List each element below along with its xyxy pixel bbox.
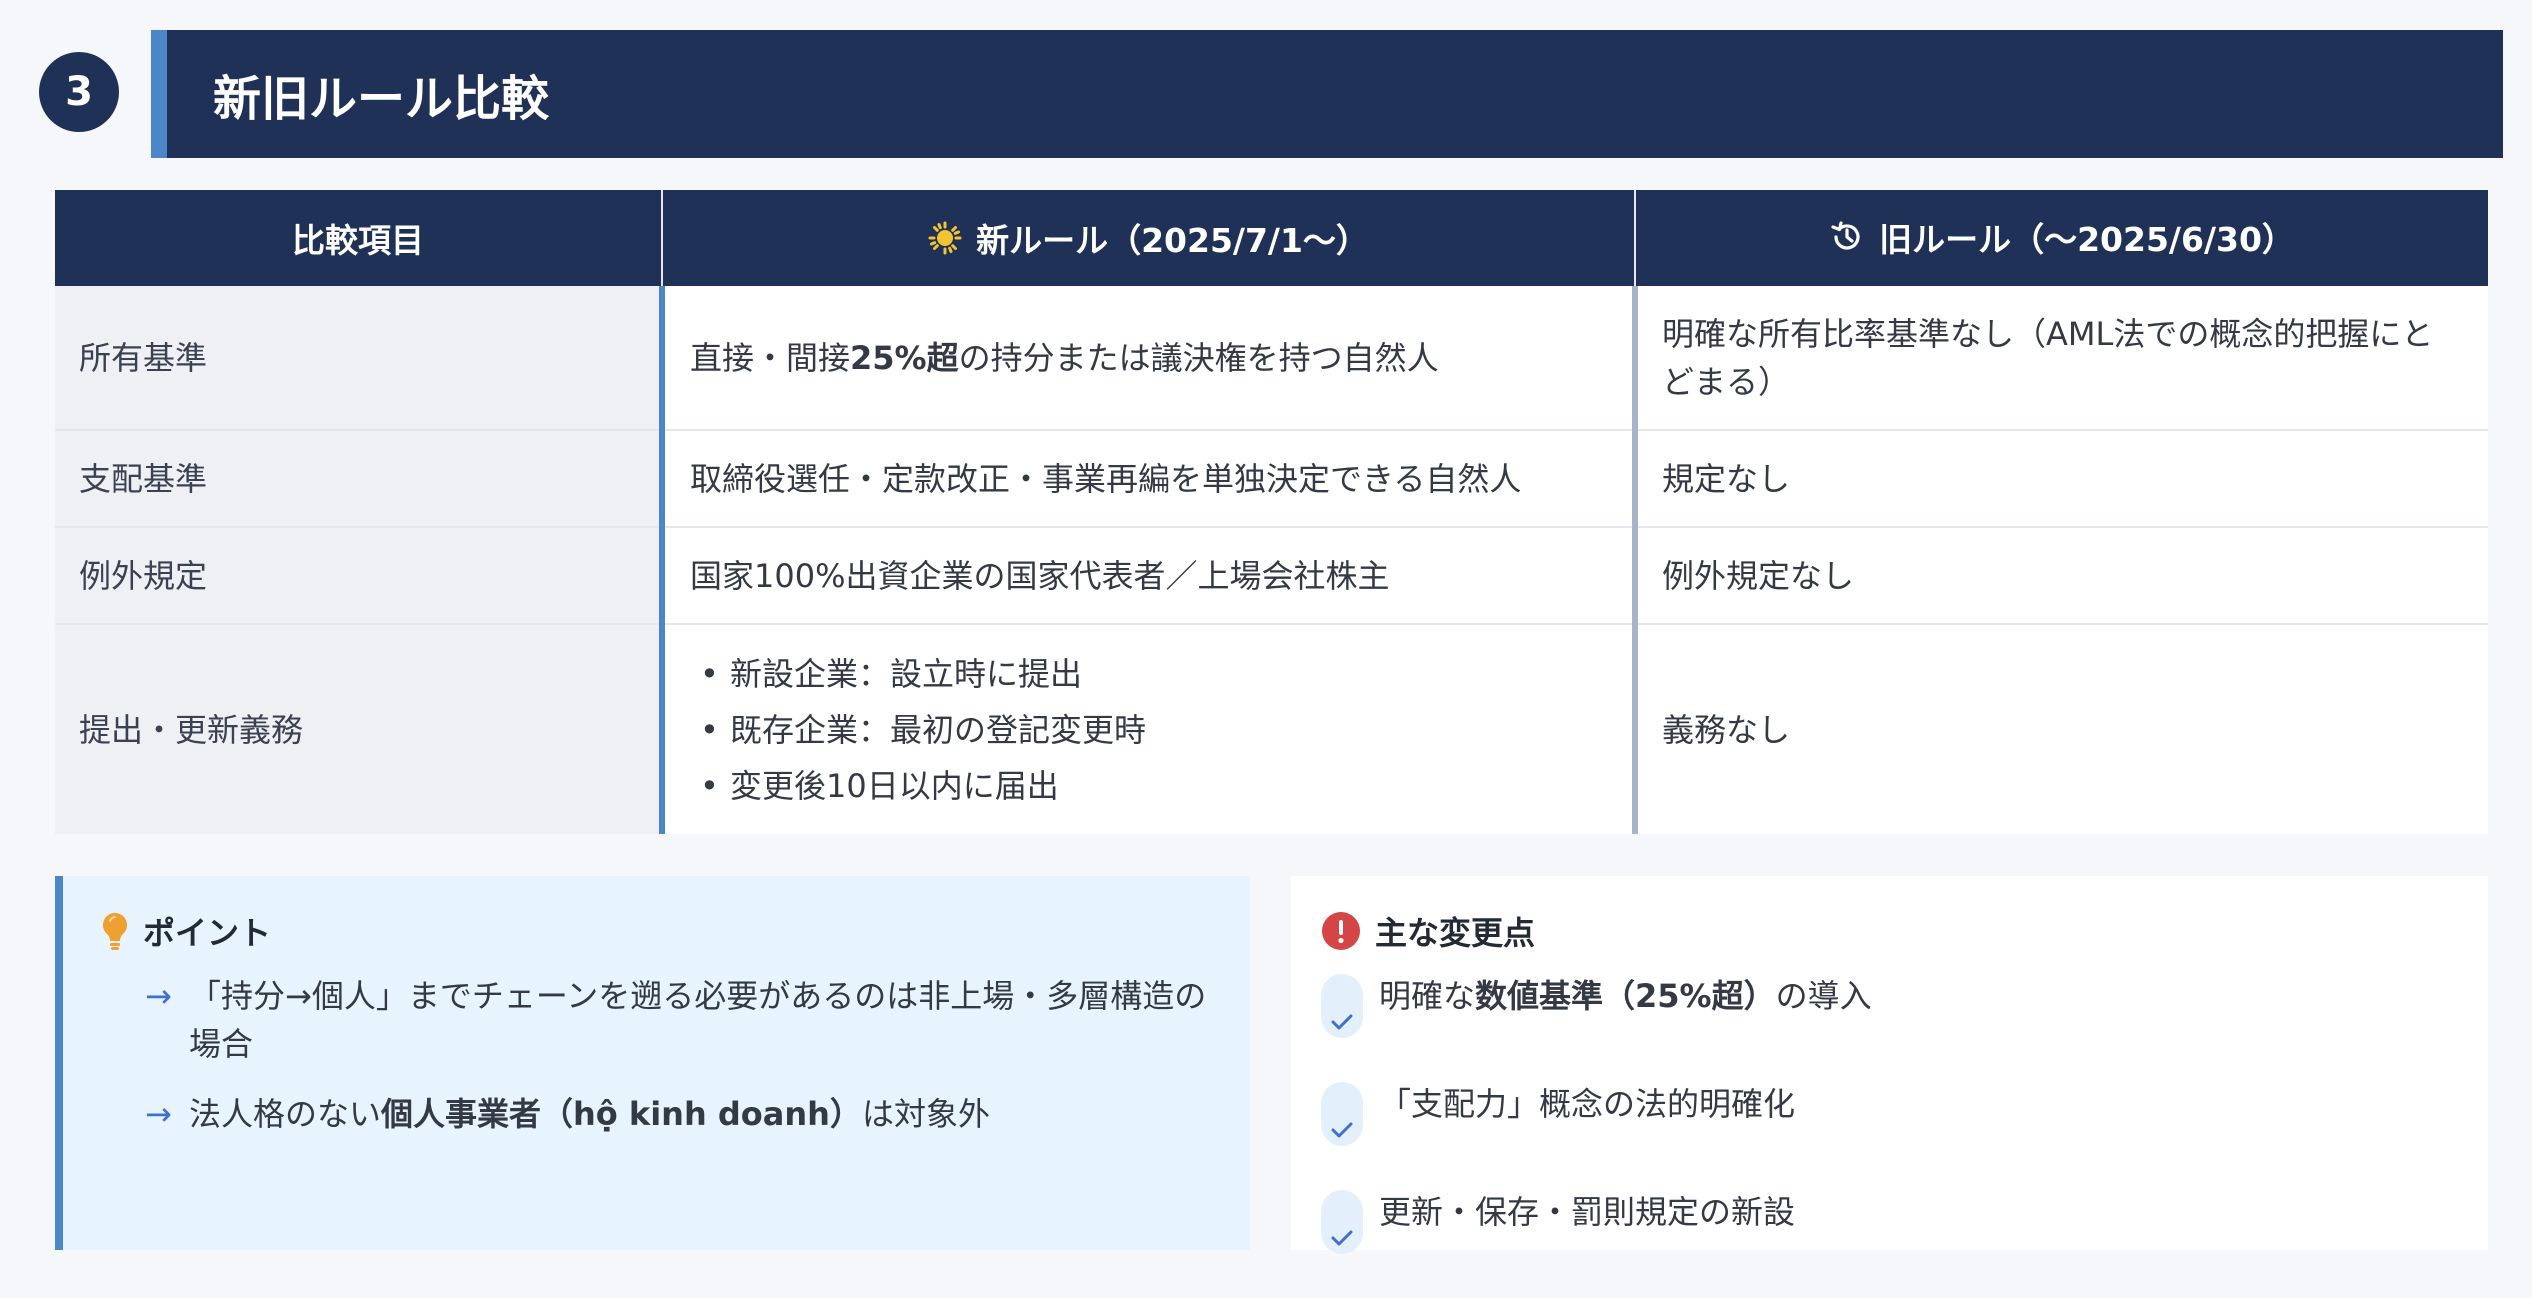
point-callout: ポイント → 「持分→個人」までチェーンを遡る必要があるのは非上場・多層構造の場… — [55, 876, 1250, 1250]
alert-icon — [1322, 912, 1360, 950]
header-new-label: 新ルール（2025/7/1〜） — [976, 220, 1369, 260]
point-text: 法人格のない — [189, 1095, 382, 1133]
point-emphasis: 個人事業者（hộ kinh doanh） — [381, 1095, 862, 1133]
list-item: → 法人格のない個人事業者（hộ kinh doanh）は対象外 — [145, 1090, 1225, 1138]
table-row: 所有基準 直接・間接25%超の持分または議決権を持つ自然人 明確な所有比率基準な… — [55, 286, 2488, 431]
list-item: 更新・保存・罰則規定の新設 — [1321, 1190, 1872, 1254]
key-changes-title-text: 主な変更点 — [1375, 914, 1536, 952]
arrow-right-icon: → — [145, 1095, 172, 1133]
header-item-label: 比較項目 — [292, 221, 424, 260]
key-changes-title: 主な変更点 — [1321, 908, 1535, 954]
header-new-rule: 新ルール（2025/7/1〜） — [662, 190, 1636, 286]
lightbulb-icon — [102, 912, 128, 950]
table-row: 支配基準 取締役選任・定款改正・事業再編を単独決定できる自然人 規定なし — [55, 430, 2488, 528]
point-title-text: ポイント — [143, 914, 272, 952]
header-old-rule: 旧ルール（〜2025/6/30） — [1635, 190, 2488, 286]
row-item-label: 提出・更新義務 — [55, 624, 662, 834]
row-new-value: 直接・間接25%超の持分または議決権を持つ自然人 — [659, 286, 1635, 431]
row-new-value: 国家100%出資企業の国家代表者／上場会社株主 — [659, 527, 1635, 625]
row-item-label: 支配基準 — [55, 430, 662, 528]
list-item: 既存企業：最初の登記変更時 — [700, 702, 1608, 758]
obligation-list: 新設企業：設立時に提出 既存企業：最初の登記変更時 変更後10日以内に届出 — [690, 646, 1608, 814]
key-changes-list: 明確な数値基準（25%超）の導入 「支配力」概念の法的明確化 更新・保存・罰則規… — [1321, 974, 1872, 1298]
change-text: 「支配力」概念の法的明確化 — [1379, 1085, 1796, 1123]
change-text-part: 明確な — [1379, 977, 1476, 1015]
row-new-emphasis: 25%超 — [850, 338, 959, 377]
section-header: 3 新旧ルール比較 — [0, 0, 2532, 170]
change-emphasis: 数値基準（25%超） — [1475, 977, 1776, 1015]
section-title: 新旧ルール比較 — [213, 71, 550, 127]
table-row: 例外規定 国家100%出資企業の国家代表者／上場会社株主 例外規定なし — [55, 527, 2488, 625]
row-old-value: 規定なし — [1632, 430, 2488, 528]
row-old-value: 義務なし — [1632, 624, 2488, 834]
check-icon — [1321, 974, 1363, 1038]
list-item: 明確な数値基準（25%超）の導入 — [1321, 974, 1872, 1038]
row-new-text: の持分または議決権を持つ自然人 — [958, 338, 1439, 377]
history-icon — [1831, 221, 1860, 250]
table-row: 提出・更新義務 新設企業：設立時に提出 既存企業：最初の登記変更時 変更後10日… — [55, 624, 2488, 834]
point-list: → 「持分→個人」までチェーンを遡る必要があるのは非上場・多層構造の場合 → 法… — [145, 972, 1225, 1160]
row-old-value: 例外規定なし — [1632, 527, 2488, 625]
list-item: 新設企業：設立時に提出 — [700, 646, 1608, 702]
change-text: 明確な数値基準（25%超）の導入 — [1379, 974, 1872, 1018]
row-new-value: 新設企業：設立時に提出 既存企業：最初の登記変更時 変更後10日以内に届出 — [659, 624, 1635, 834]
row-new-value: 取締役選任・定款改正・事業再編を単独決定できる自然人 — [659, 430, 1635, 528]
point-title: ポイント — [101, 908, 271, 954]
check-icon — [1321, 1190, 1363, 1254]
list-item: 変更後10日以内に届出 — [700, 758, 1608, 814]
header-item: 比較項目 — [55, 190, 663, 286]
section-number-badge: 3 — [39, 52, 119, 132]
change-text: 更新・保存・罰則規定の新設 — [1379, 1193, 1796, 1231]
comparison-table: 比較項目 新ルール（2025/7/1〜） 旧ルール（〜2025/6/30） 所有… — [55, 190, 2488, 834]
check-icon — [1321, 1082, 1363, 1146]
arrow-right-icon: → — [145, 977, 172, 1015]
row-item-label: 例外規定 — [55, 527, 662, 625]
point-text: 「持分→個人」までチェーンを遡る必要があるのは非上場・多層構造の場合 — [189, 977, 1207, 1063]
change-text-part: の導入 — [1775, 977, 1872, 1015]
key-changes-card: 主な変更点 明確な数値基準（25%超）の導入 「支配力」概念の法的明確化 更新・… — [1291, 876, 2488, 1254]
header-old-label: 旧ルール（〜2025/6/30） — [1879, 220, 2295, 259]
row-old-value: 明確な所有比率基準なし（AML法での概念的把握にとどまる） — [1632, 286, 2488, 431]
row-item-label: 所有基準 — [55, 286, 662, 431]
table-header-row: 比較項目 新ルール（2025/7/1〜） 旧ルール（〜2025/6/30） — [55, 190, 2488, 286]
list-item: 「支配力」概念の法的明確化 — [1321, 1082, 1872, 1146]
list-item: → 「持分→個人」までチェーンを遡る必要があるのは非上場・多層構造の場合 — [145, 972, 1225, 1068]
section-title-bar: 新旧ルール比較 — [151, 30, 2503, 158]
row-new-text: 直接・間接 — [690, 338, 851, 377]
point-text: は対象外 — [861, 1095, 990, 1133]
sun-icon — [928, 221, 962, 254]
